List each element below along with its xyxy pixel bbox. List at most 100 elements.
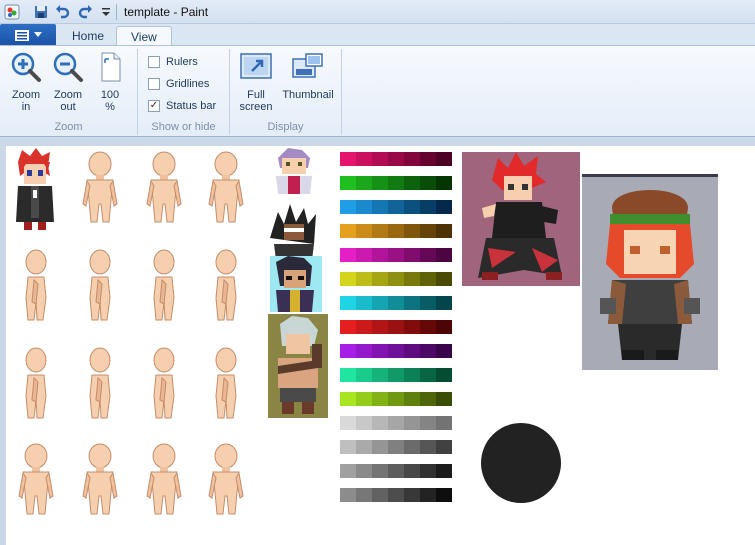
swatch[interactable] bbox=[404, 416, 420, 430]
red-hair-fighter-sprite[interactable] bbox=[462, 152, 580, 286]
tab-home[interactable]: Home bbox=[58, 26, 118, 46]
swatch[interactable] bbox=[436, 488, 452, 502]
swatch[interactable] bbox=[388, 416, 404, 430]
rulers-check-box[interactable] bbox=[148, 56, 160, 68]
swatch[interactable] bbox=[356, 272, 372, 286]
swatch[interactable] bbox=[356, 296, 372, 310]
swatch[interactable] bbox=[420, 344, 436, 358]
swatch[interactable] bbox=[388, 440, 404, 454]
body-sprite-sheet[interactable] bbox=[6, 146, 266, 536]
paint-menu-button[interactable] bbox=[0, 24, 56, 46]
swatch[interactable] bbox=[388, 224, 404, 238]
swatch[interactable] bbox=[404, 224, 420, 238]
swatch[interactable] bbox=[404, 152, 420, 166]
swatch[interactable] bbox=[340, 440, 356, 454]
swatch[interactable] bbox=[356, 464, 372, 478]
customize-qat-icon[interactable] bbox=[98, 4, 114, 20]
swatch-row-blue[interactable] bbox=[340, 200, 452, 214]
swatch[interactable] bbox=[420, 440, 436, 454]
swatch[interactable] bbox=[436, 176, 452, 190]
swatch[interactable] bbox=[436, 416, 452, 430]
swatch[interactable] bbox=[372, 200, 388, 214]
full-screen-button[interactable]: Full screen bbox=[236, 51, 276, 113]
swatch[interactable] bbox=[372, 416, 388, 430]
swatch-row-purple[interactable] bbox=[340, 344, 452, 358]
swatch[interactable] bbox=[356, 200, 372, 214]
swatch[interactable] bbox=[356, 224, 372, 238]
zoom-100-button[interactable]: 100 % bbox=[90, 51, 130, 113]
swatch[interactable] bbox=[340, 296, 356, 310]
swatch[interactable] bbox=[436, 296, 452, 310]
swatch[interactable] bbox=[404, 344, 420, 358]
swatch[interactable] bbox=[340, 176, 356, 190]
swatch-row-lime[interactable] bbox=[340, 392, 452, 406]
swatch[interactable] bbox=[340, 416, 356, 430]
swatch[interactable] bbox=[436, 320, 452, 334]
swatch[interactable] bbox=[372, 152, 388, 166]
swatch[interactable] bbox=[436, 368, 452, 382]
swatch[interactable] bbox=[404, 248, 420, 262]
swatch[interactable] bbox=[404, 176, 420, 190]
swatch[interactable] bbox=[372, 368, 388, 382]
swatch[interactable] bbox=[404, 464, 420, 478]
swatch[interactable] bbox=[340, 272, 356, 286]
swatch[interactable] bbox=[436, 440, 452, 454]
swatch[interactable] bbox=[388, 368, 404, 382]
gridlines-checkbox[interactable]: Gridlines bbox=[148, 75, 209, 93]
swatch[interactable] bbox=[436, 248, 452, 262]
swatch[interactable] bbox=[372, 296, 388, 310]
canvas-workspace[interactable] bbox=[0, 138, 755, 545]
gridlines-check-box[interactable] bbox=[148, 78, 160, 90]
swatch[interactable] bbox=[372, 320, 388, 334]
swatch[interactable] bbox=[356, 488, 372, 502]
swatch[interactable] bbox=[372, 248, 388, 262]
swatch[interactable] bbox=[388, 152, 404, 166]
swatch[interactable] bbox=[420, 152, 436, 166]
redo-icon[interactable] bbox=[78, 4, 94, 20]
swatch-row-gray-2[interactable] bbox=[340, 440, 452, 454]
save-icon[interactable] bbox=[33, 4, 49, 20]
swatch[interactable] bbox=[356, 440, 372, 454]
zoom-out-button[interactable]: Zoom out bbox=[48, 51, 88, 113]
swatch[interactable] bbox=[388, 200, 404, 214]
thumbnail-button[interactable]: Thumbnail bbox=[278, 51, 338, 101]
swatch[interactable] bbox=[356, 344, 372, 358]
swatch-row-magenta[interactable] bbox=[340, 248, 452, 262]
swatch[interactable] bbox=[436, 152, 452, 166]
swatch[interactable] bbox=[420, 296, 436, 310]
swatch-row-cyan[interactable] bbox=[340, 296, 452, 310]
swatch[interactable] bbox=[404, 488, 420, 502]
rulers-checkbox[interactable]: Rulers bbox=[148, 53, 198, 71]
swatch-row-olive[interactable] bbox=[340, 272, 452, 286]
swatch[interactable] bbox=[420, 488, 436, 502]
swatch[interactable] bbox=[436, 200, 452, 214]
swatch[interactable] bbox=[372, 344, 388, 358]
swatch[interactable] bbox=[404, 440, 420, 454]
swatch[interactable] bbox=[372, 272, 388, 286]
tab-view[interactable]: View bbox=[116, 26, 172, 46]
swatch[interactable] bbox=[420, 176, 436, 190]
swatch-row-red[interactable] bbox=[340, 320, 452, 334]
swatch-row-gray-4[interactable] bbox=[340, 488, 452, 502]
swatch[interactable] bbox=[436, 272, 452, 286]
swatch[interactable] bbox=[340, 224, 356, 238]
swatch[interactable] bbox=[404, 272, 420, 286]
swatch[interactable] bbox=[356, 320, 372, 334]
large-character-sprite[interactable] bbox=[582, 174, 718, 370]
swatch[interactable] bbox=[404, 392, 420, 406]
swatch[interactable] bbox=[388, 296, 404, 310]
swatch[interactable] bbox=[420, 368, 436, 382]
swatch[interactable] bbox=[388, 392, 404, 406]
swatch[interactable] bbox=[388, 248, 404, 262]
swatch[interactable] bbox=[404, 368, 420, 382]
dark-circle-shape[interactable] bbox=[480, 422, 562, 504]
swatch-row-gray-3[interactable] bbox=[340, 464, 452, 478]
swatch[interactable] bbox=[420, 224, 436, 238]
swatch-row-orange[interactable] bbox=[340, 224, 452, 238]
swatch[interactable] bbox=[388, 272, 404, 286]
swatch[interactable] bbox=[356, 416, 372, 430]
swatch[interactable] bbox=[420, 272, 436, 286]
drawing-canvas[interactable] bbox=[6, 146, 755, 545]
swatch[interactable] bbox=[340, 248, 356, 262]
swatch[interactable] bbox=[420, 416, 436, 430]
